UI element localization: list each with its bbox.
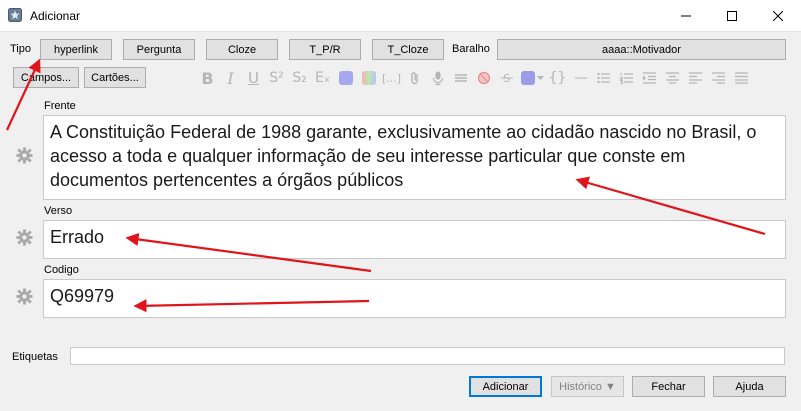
clear-format-button[interactable]: Eₓ	[311, 67, 334, 89]
underline-button[interactable]: U	[242, 67, 265, 89]
note-type-tpr-button[interactable]: T_P/R	[289, 39, 361, 60]
record-audio-button[interactable]	[426, 67, 449, 89]
anki-app-icon	[8, 8, 22, 22]
field-options-gear-icon[interactable]	[15, 146, 34, 165]
align-justify-button[interactable]	[730, 67, 753, 89]
help-button[interactable]: Ajuda	[713, 376, 786, 397]
strikethrough-icon: S	[500, 72, 513, 84]
numbered-list-icon	[620, 72, 633, 84]
field-label-verso: Verso	[44, 205, 73, 217]
forbidden-icon	[477, 71, 490, 85]
maximize-button[interactable]	[709, 0, 755, 32]
attach-button[interactable]	[403, 67, 426, 89]
superscript-button[interactable]: S²	[265, 67, 288, 89]
back-field-editor[interactable]: Errado	[43, 220, 786, 259]
maximize-icon	[727, 11, 737, 21]
equation-menu-button[interactable]	[449, 67, 472, 89]
microphone-icon	[432, 71, 443, 85]
minimize-button[interactable]	[663, 0, 709, 32]
align-right-icon	[712, 72, 725, 84]
bulleted-list-button[interactable]	[592, 67, 615, 89]
note-type-hyperlink-button[interactable]: hyperlink	[40, 39, 112, 60]
front-field-editor[interactable]: A Constituição Federal de 1988 garante, …	[43, 115, 786, 200]
close-window-button[interactable]	[755, 0, 801, 32]
text-color-swatch	[338, 71, 353, 85]
align-center-button[interactable]	[661, 67, 684, 89]
close-button[interactable]: Fechar	[632, 376, 705, 397]
field-label-codigo: Codigo	[44, 264, 79, 276]
note-type-tcloze-button[interactable]: T_Cloze	[372, 39, 444, 60]
baralho-label: Baralho	[452, 43, 490, 55]
highlight-color-swatch	[361, 71, 376, 85]
field-label-frente: Frente	[44, 100, 76, 112]
horizontal-rule-icon	[574, 77, 587, 79]
title-bar: Adicionar	[0, 0, 801, 32]
font-color-dropdown[interactable]	[518, 67, 546, 89]
indent-icon	[643, 72, 656, 84]
tags-label: Etiquetas	[12, 351, 58, 363]
align-right-button[interactable]	[707, 67, 730, 89]
note-type-cloze-button[interactable]: Cloze	[206, 39, 278, 60]
chevron-down-icon	[536, 76, 544, 80]
note-type-pergunta-button[interactable]: Pergunta	[123, 39, 195, 60]
highlight-color-button[interactable]	[357, 67, 380, 89]
tipo-label: Tipo	[10, 43, 31, 55]
lines-icon	[454, 74, 467, 82]
horizontal-rule-button[interactable]	[569, 67, 592, 89]
code-field-editor[interactable]: Q69979	[43, 279, 786, 318]
paperclip-icon	[410, 72, 418, 85]
bold-button[interactable]: B	[196, 67, 219, 89]
no-style-button[interactable]	[472, 67, 495, 89]
window-title: Adicionar	[30, 9, 81, 23]
align-center-icon	[666, 72, 679, 84]
indent-button[interactable]	[638, 67, 661, 89]
field-options-gear-icon[interactable]	[15, 228, 34, 247]
align-left-icon	[689, 72, 702, 84]
field-options-gear-icon[interactable]	[15, 287, 34, 306]
numbered-list-button[interactable]	[615, 67, 638, 89]
tags-input[interactable]	[70, 347, 785, 365]
deck-select-button[interactable]: aaaa::Motivador	[497, 39, 786, 60]
close-icon	[773, 11, 783, 21]
italic-button[interactable]: I	[219, 67, 242, 89]
align-justify-icon	[735, 72, 748, 84]
add-button[interactable]: Adicionar	[469, 376, 542, 397]
minimize-icon	[681, 15, 691, 17]
subscript-button[interactable]: S₂	[288, 67, 311, 89]
history-button[interactable]: Histórico ▼	[551, 376, 624, 397]
text-color-button[interactable]	[334, 67, 357, 89]
font-color-swatch	[520, 71, 535, 85]
strikethrough-button[interactable]: S	[495, 67, 518, 89]
cards-button[interactable]: Cartões...	[84, 67, 146, 88]
code-button[interactable]: {}	[546, 67, 569, 89]
align-left-button[interactable]	[684, 67, 707, 89]
cloze-button[interactable]: [...]	[380, 67, 403, 89]
formatting-toolbar: B I U S² S₂ Eₓ [...] S {}	[196, 66, 796, 90]
bullet-list-icon	[597, 72, 610, 84]
fields-button[interactable]: Campos...	[13, 67, 79, 88]
